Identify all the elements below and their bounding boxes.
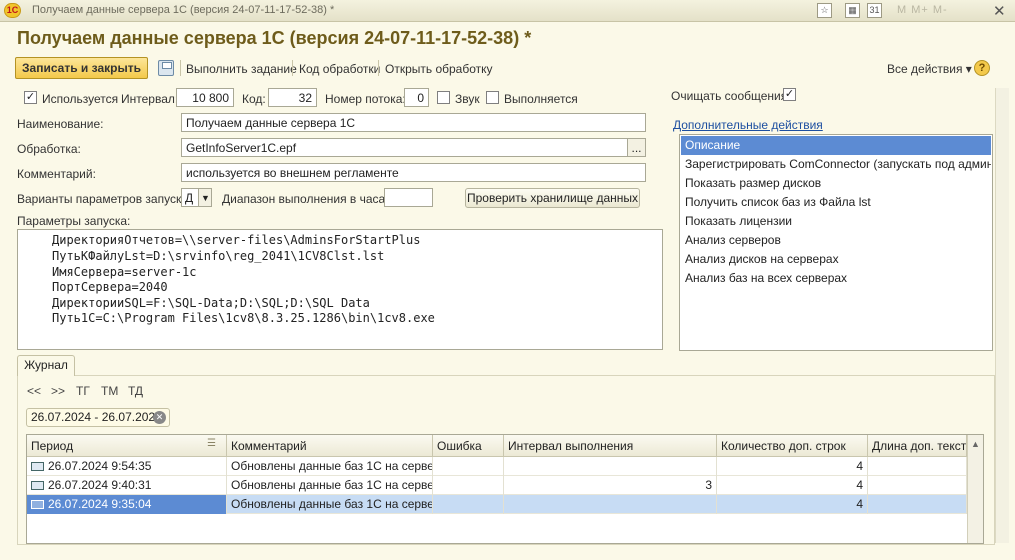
action-item-licenses[interactable]: Показать лицензии — [681, 212, 991, 231]
tab-journal[interactable]: Журнал — [17, 355, 75, 376]
column-header-interval[interactable]: Интервал выполнения — [504, 435, 717, 457]
variants-dropdown-icon[interactable]: ▼ — [198, 188, 212, 207]
scroll-up-icon[interactable]: ▲ — [971, 439, 980, 449]
param-line: ДиректорияОтчетов=\\server-files\AdminsF… — [52, 233, 421, 247]
journal-table: Период ☰ Комментарий Ошибка Интервал выпо… — [26, 434, 984, 544]
favorite-icon[interactable]: ☆ — [817, 3, 832, 18]
interval-label: Интервал: — [121, 92, 179, 106]
param-line: ДиректорииSQL=F:\SQL-Data;D:\SQL;D:\SQL … — [52, 296, 370, 310]
close-icon[interactable]: ✕ — [993, 2, 1006, 20]
code-label: Код: — [242, 92, 266, 106]
comment-field[interactable]: используется во внешнем регламенте — [181, 163, 646, 182]
name-label: Наименование: — [17, 117, 104, 131]
form-scrollbar[interactable] — [995, 88, 1009, 543]
check-storage-button[interactable]: Проверить хранилище данных — [465, 188, 640, 208]
sort-icon[interactable]: ☰ — [207, 439, 219, 449]
all-actions-menu[interactable]: Все действия ▾ — [887, 62, 972, 76]
table-row[interactable]: 26.07.2024 9:40:31 Обновлены данные баз … — [27, 476, 967, 495]
record-icon — [31, 481, 44, 490]
range-label: Диапазон выполнения в часах: — [222, 192, 395, 206]
name-field[interactable]: Получаем данные сервера 1С — [181, 113, 646, 132]
processing-field[interactable]: GetInfoServer1C.epf — [181, 138, 628, 157]
interval-field[interactable]: 10 800 — [176, 88, 234, 107]
journal-td-button[interactable]: ТД — [128, 384, 143, 398]
thread-field[interactable]: 0 — [404, 88, 429, 107]
column-header-period[interactable]: Период ☰ — [27, 435, 227, 457]
action-item-register-comconnector[interactable]: Зарегистрировать ComConnector (запускать… — [681, 155, 991, 174]
actions-list[interactable]: Описание Зарегистрировать ComConnector (… — [679, 134, 993, 351]
journal-prev-button[interactable]: << — [27, 384, 41, 398]
running-label: Выполняется — [504, 92, 578, 106]
param-line: ИмяСервера=server-1c — [52, 265, 197, 279]
action-item-description[interactable]: Описание — [681, 136, 991, 155]
params-textarea[interactable]: ДиректорияОтчетов=\\server-files\AdminsF… — [17, 229, 663, 350]
journal-tm-button[interactable]: ТМ — [101, 384, 118, 398]
column-header-extra-rows[interactable]: Количество доп. строк — [717, 435, 868, 457]
calendar-icon[interactable]: 31 — [867, 3, 882, 18]
toolbar-separator — [292, 60, 293, 76]
run-task-button[interactable]: Выполнить задание — [186, 62, 297, 76]
action-item-disk-size[interactable]: Показать размер дисков — [681, 174, 991, 193]
used-label: Используется — [42, 92, 119, 106]
params-label: Параметры запуска: — [17, 214, 131, 228]
running-checkbox[interactable] — [486, 91, 499, 104]
variants-label: Варианты параметров запуска: — [17, 192, 192, 206]
param-line: Путь1С=C:\Program Files\1cv8\8.3.25.1286… — [52, 311, 435, 325]
thread-label: Номер потока: — [325, 92, 406, 106]
clear-filter-icon[interactable]: ✕ — [153, 411, 166, 424]
record-icon — [31, 462, 44, 471]
toolbar-separator — [378, 60, 379, 76]
column-header-comment[interactable]: Комментарий — [227, 435, 433, 457]
table-row[interactable]: 26.07.2024 9:54:35 Обновлены данные баз … — [27, 457, 967, 476]
processing-code-button[interactable]: Код обработки — [299, 62, 380, 76]
variants-select[interactable]: Д — [181, 188, 199, 207]
column-header-error[interactable]: Ошибка — [433, 435, 504, 457]
save-and-close-button[interactable]: Записать и закрыть — [15, 57, 148, 79]
table-row[interactable]: 26.07.2024 9:35:04 Обновлены данные баз … — [27, 495, 967, 514]
table-scrollbar[interactable]: ▲ — [967, 435, 983, 543]
record-icon — [31, 500, 44, 509]
open-processing-button[interactable]: Открыть обработку — [385, 62, 493, 76]
extra-actions-link[interactable]: Дополнительные действия — [673, 118, 823, 132]
param-line: ПутьКФайлуLst=D:\srvinfo\reg_2041\1CV8Cl… — [52, 249, 385, 263]
processing-select-button[interactable]: ... — [627, 138, 646, 157]
processing-label: Обработка: — [17, 142, 81, 156]
sound-label: Звук — [455, 92, 480, 106]
action-item-disk-analysis[interactable]: Анализ дисков на серверах — [681, 250, 991, 269]
period-filter-label: 26.07.2024 - 26.07.2024 — [31, 410, 162, 424]
memory-buttons[interactable]: M M+ M- — [897, 4, 948, 16]
action-item-bases-analysis[interactable]: Анализ баз на всех серверах — [681, 269, 991, 288]
action-item-server-analysis[interactable]: Анализ серверов — [681, 231, 991, 250]
code-field[interactable]: 32 — [268, 88, 317, 107]
calculator-icon[interactable]: ▦ — [845, 3, 860, 18]
app-logo-icon: 1С — [4, 3, 21, 18]
journal-next-button[interactable]: >> — [51, 384, 65, 398]
sound-checkbox[interactable] — [437, 91, 450, 104]
comment-label: Комментарий: — [17, 167, 96, 181]
used-checkbox[interactable]: ✓ — [24, 91, 37, 104]
toolbar-separator — [180, 60, 181, 76]
journal-tg-button[interactable]: ТГ — [76, 384, 90, 398]
range-field[interactable] — [384, 188, 433, 207]
save-icon[interactable] — [158, 60, 174, 76]
period-filter[interactable]: 26.07.2024 - 26.07.2024 ✕ — [26, 408, 170, 427]
param-line: ПортСервера=2040 — [52, 280, 168, 294]
window-title: Получаем данные сервера 1С (версия 24-07… — [32, 4, 335, 16]
action-item-bases-from-lst[interactable]: Получить список баз из Файла lst — [681, 193, 991, 212]
form-header: Получаем данные сервера 1С (версия 24-07… — [17, 28, 532, 48]
clear-messages-checkbox[interactable]: ✓ — [783, 88, 796, 101]
clear-messages-label: Очищать сообщения: — [671, 89, 791, 103]
column-header-extra-length[interactable]: Длина доп. текста — [868, 435, 967, 457]
help-icon[interactable]: ? — [974, 60, 990, 76]
